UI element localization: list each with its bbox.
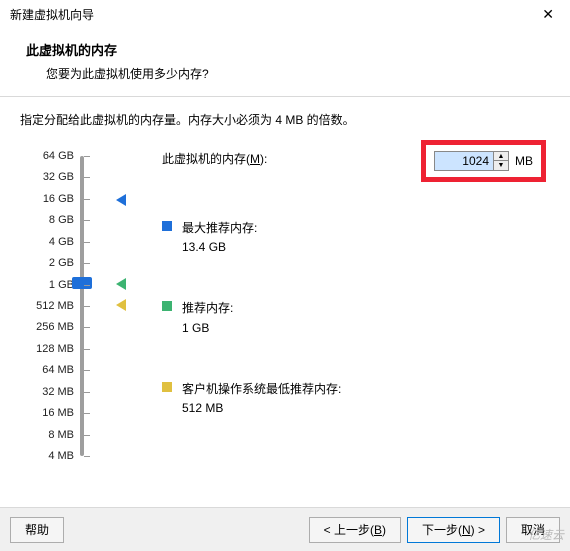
ruler-label: 128 MB (20, 343, 74, 355)
ruler-label: 256 MB (20, 321, 74, 333)
page-subtitle: 您要为此虚拟机使用多少内存? (46, 65, 544, 82)
ruler-label: 512 MB (20, 300, 74, 312)
guest-memory-value: 512 MB (182, 399, 341, 418)
instruction-text: 指定分配给此虚拟机的内存量。内存大小必须为 4 MB 的倍数。 (20, 111, 550, 128)
recommended-memory-label: 推荐内存: (182, 299, 233, 318)
header-section: 此虚拟机的内存 您要为此虚拟机使用多少内存? (0, 30, 570, 97)
recommended-memory-value: 1 GB (182, 319, 233, 338)
ruler-label: 8 GB (20, 214, 74, 226)
ruler-label: 8 MB (20, 429, 74, 441)
guest-memory-info: 客户机操作系统最低推荐内存: 512 MB (162, 380, 550, 418)
ruler-label: 4 MB (20, 450, 74, 462)
yellow-square-icon (162, 382, 172, 392)
max-memory-info: 最大推荐内存: 13.4 GB (162, 219, 550, 257)
ruler-label: 64 GB (20, 150, 74, 162)
memory-input-highlight: ▲ ▼ MB (421, 140, 546, 182)
ruler-label: 16 MB (20, 407, 74, 419)
ruler-label: 32 GB (20, 171, 74, 183)
max-memory-value: 13.4 GB (182, 238, 257, 257)
page-title: 此虚拟机的内存 (26, 40, 544, 59)
memory-slider[interactable]: 64 GB 32 GB 16 GB 8 GB 4 GB 2 GB 1 GB 512 MB 256… (20, 150, 112, 462)
slider-handle[interactable] (72, 277, 92, 289)
guest-memory-label: 客户机操作系统最低推荐内存: (182, 380, 341, 399)
max-memory-label: 最大推荐内存: (182, 219, 257, 238)
footer: 帮助 < 上一步(B) 下一步(N) > 取消 (0, 507, 570, 551)
window-title: 新建虚拟机向导 (10, 6, 94, 23)
ruler-label: 64 MB (20, 364, 74, 376)
ruler-label: 4 GB (20, 236, 74, 248)
spinner-up-icon[interactable]: ▲ (494, 152, 508, 161)
memory-unit: MB (515, 154, 533, 168)
help-button[interactable]: 帮助 (10, 517, 64, 543)
close-icon[interactable]: ✕ (536, 4, 560, 25)
next-button[interactable]: 下一步(N) > (407, 517, 500, 543)
memory-input[interactable] (434, 151, 494, 171)
memory-label: 此虚拟机的内存(M): (162, 150, 267, 167)
ruler-label: 2 GB (20, 257, 74, 269)
ruler-label: 1 GB (20, 279, 74, 291)
blue-square-icon (162, 221, 172, 231)
green-square-icon (162, 301, 172, 311)
ruler-label: 32 MB (20, 386, 74, 398)
back-button[interactable]: < 上一步(B) (309, 517, 401, 543)
cancel-button[interactable]: 取消 (506, 517, 560, 543)
ruler-label: 16 GB (20, 193, 74, 205)
memory-spinner[interactable]: ▲ ▼ (494, 151, 509, 171)
recommended-memory-info: 推荐内存: 1 GB (162, 299, 550, 337)
titlebar: 新建虚拟机向导 ✕ (0, 0, 570, 30)
spinner-down-icon[interactable]: ▼ (494, 161, 508, 170)
body-section: 指定分配给此虚拟机的内存量。内存大小必须为 4 MB 的倍数。 64 GB 32 … (0, 97, 570, 472)
